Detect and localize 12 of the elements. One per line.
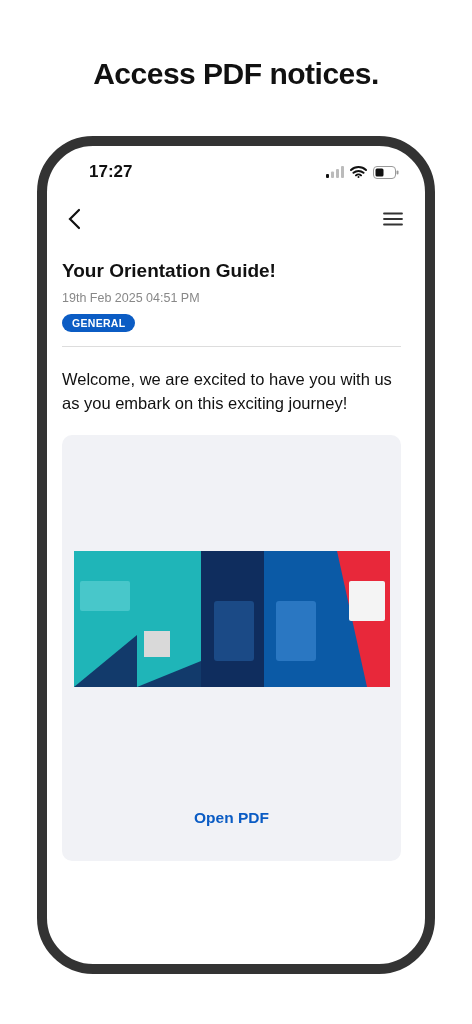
- status-time: 17:27: [89, 162, 133, 182]
- signal-icon: [326, 166, 344, 178]
- wifi-icon: [350, 166, 367, 178]
- battery-icon: [373, 165, 399, 179]
- category-badge: GENERAL: [62, 314, 136, 332]
- back-icon[interactable]: [67, 208, 81, 230]
- notice-title: Your Orientation Guide!: [62, 260, 277, 282]
- menu-icon[interactable]: [383, 212, 403, 226]
- notice-date: 19th Feb 2025 04:51 PM: [62, 291, 201, 305]
- open-pdf-link[interactable]: Open PDF: [190, 807, 273, 829]
- notice-body: Welcome, we are excited to have you with us as you embark on this exciting journey!: [62, 369, 393, 414]
- page-heading: Access PDF notices.: [92, 56, 380, 92]
